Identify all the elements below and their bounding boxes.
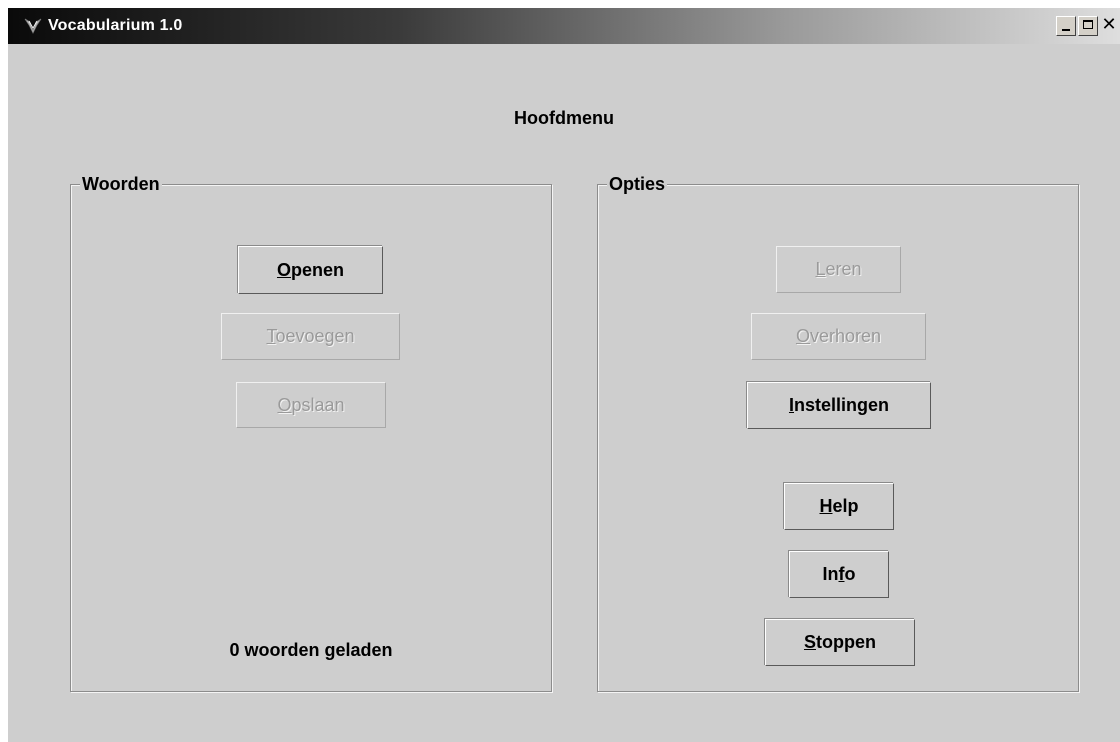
maximize-button[interactable] [1078, 16, 1098, 36]
window-title: Vocabularium 1.0 [48, 17, 183, 34]
woorden-group-label: Woorden [80, 174, 162, 194]
app-window: Vocabularium 1.0 ✕ Hoofdmenu Woorden Ope… [8, 8, 1120, 742]
words-loaded-status: 0 woorden geladen [229, 640, 393, 660]
toevoegen-label: Toevoegen [266, 326, 355, 346]
instellingen-button[interactable]: Instellingen [747, 382, 931, 429]
opslaan-button[interactable]: Opslaan [236, 382, 386, 428]
openen-button[interactable]: Openen [238, 246, 383, 294]
stoppen-label: Stoppen [803, 632, 876, 652]
title-bar[interactable]: Vocabularium 1.0 ✕ [8, 8, 1120, 44]
instellingen-label: Instellingen [788, 395, 890, 415]
help-button[interactable]: Help [784, 483, 894, 530]
openen-label: Openen [276, 259, 345, 280]
toevoegen-button[interactable]: Toevoegen [221, 313, 400, 360]
opslaan-label: Opslaan [277, 394, 345, 415]
minimize-icon [1062, 29, 1070, 31]
leren-label: Leren [815, 259, 862, 279]
leren-button[interactable]: Leren [776, 246, 901, 293]
info-label: Info [822, 564, 856, 584]
app-logo-icon [24, 18, 42, 34]
opties-group-label: Opties [607, 174, 668, 194]
page-title: Hoofdmenu [514, 108, 614, 128]
stoppen-button[interactable]: Stoppen [765, 619, 915, 666]
window-controls: ✕ [1056, 14, 1120, 38]
overhoren-button[interactable]: Overhoren [751, 313, 926, 360]
close-icon: ✕ [1101, 14, 1117, 35]
help-label: Help [819, 496, 859, 516]
close-button[interactable]: ✕ [1100, 14, 1120, 36]
overhoren-label: Overhoren [795, 326, 882, 346]
woorden-group: Woorden Openen Toevoegen Opslaan 0 woord… [70, 174, 552, 692]
info-button[interactable]: Info [789, 551, 889, 598]
opties-group: Opties Leren Overhoren Instellingen Help… [597, 174, 1079, 692]
minimize-button[interactable] [1056, 16, 1076, 36]
maximize-icon [1083, 20, 1093, 29]
